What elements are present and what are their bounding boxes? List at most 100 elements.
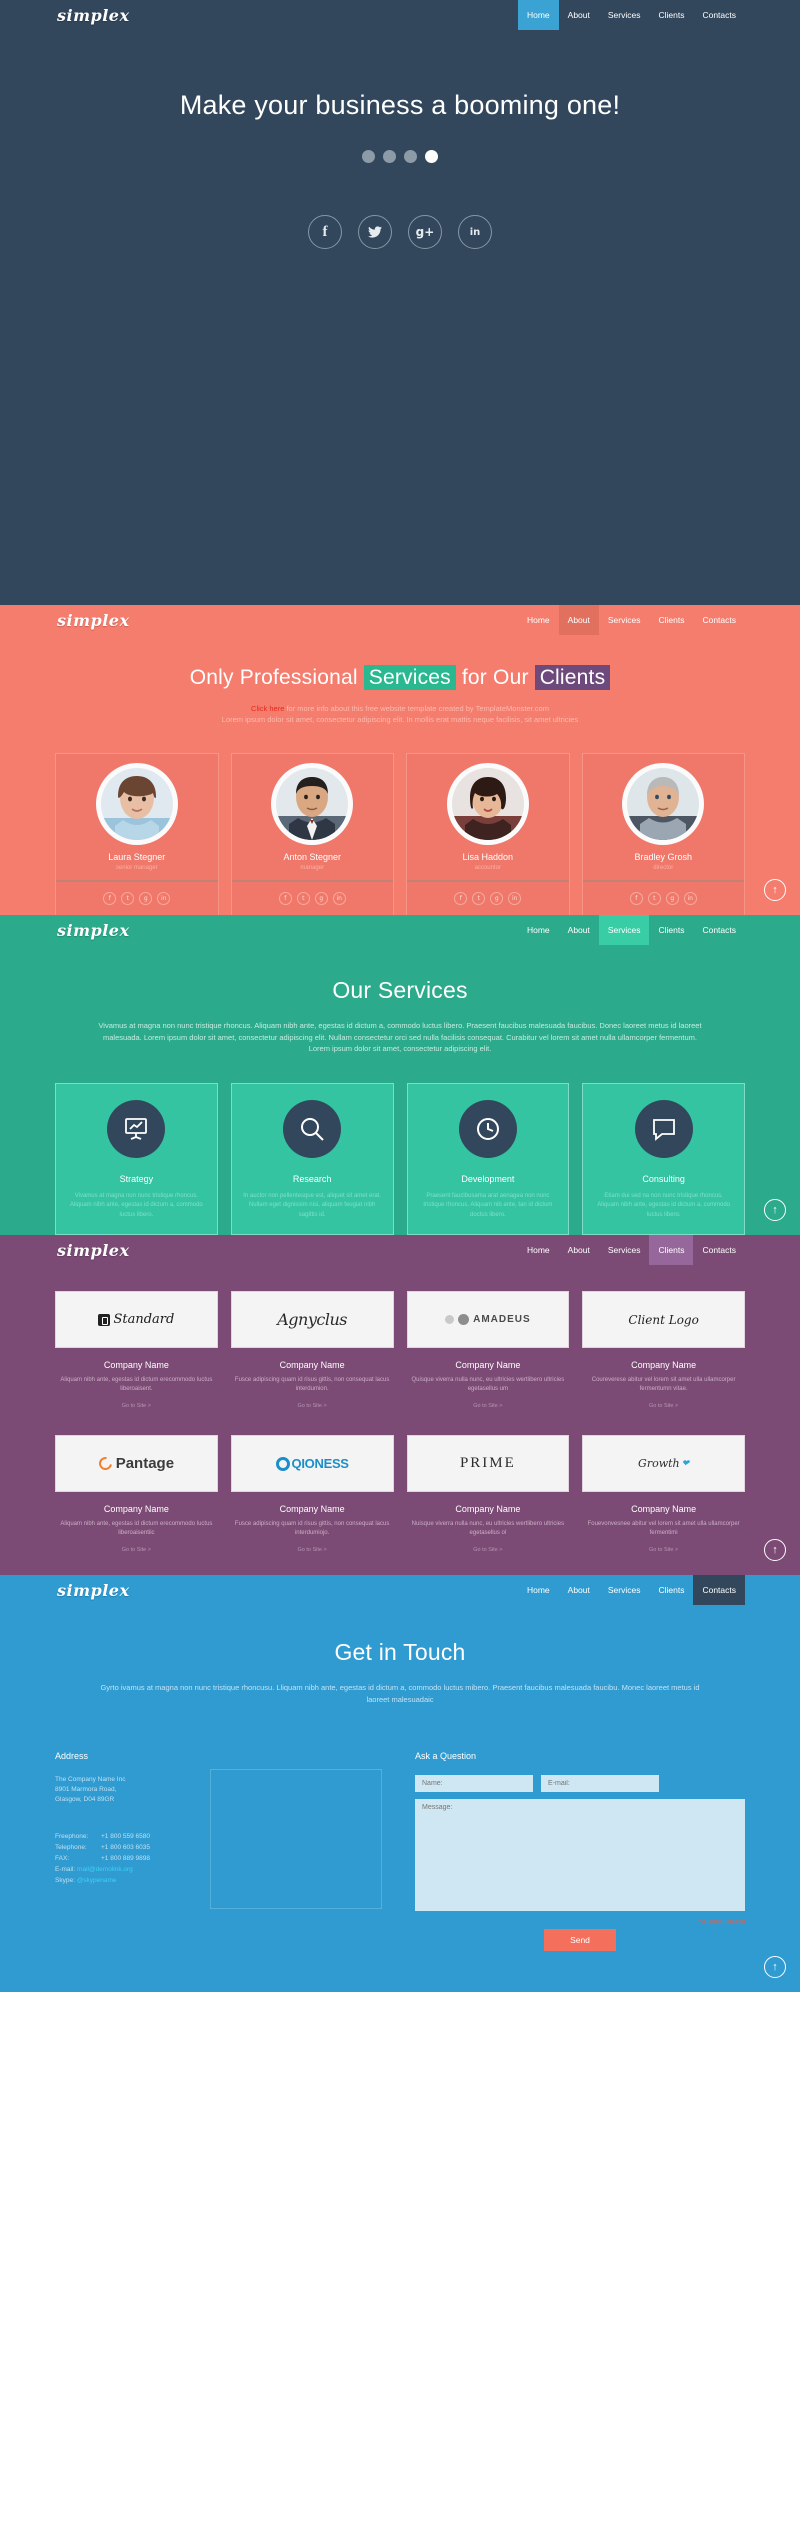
address-heading: Address — [55, 1751, 89, 1761]
service-text: Etiam dui sed na non nunc tristique rhon… — [597, 1192, 730, 1218]
nav-item-services[interactable]: Services — [599, 1575, 650, 1605]
team-card[interactable]: Lisa Haddon accountor f t g in — [406, 753, 570, 916]
facebook-icon[interactable]: f — [278, 892, 292, 905]
twitter-icon[interactable] — [358, 215, 392, 249]
facebook-icon[interactable]: f — [629, 892, 643, 905]
client-item[interactable]: AMADEUS Company Name Quisque viverra nul… — [406, 1291, 570, 1409]
go-to-site-link[interactable]: Go to Site > — [231, 1403, 394, 1409]
slider-dot-1[interactable] — [362, 150, 375, 163]
nav-item-contacts[interactable]: Contacts — [693, 0, 745, 30]
service-card[interactable]: Development Praesent faucibusama arat ae… — [406, 1082, 570, 1235]
nav-item-about[interactable]: About — [559, 1235, 599, 1265]
client-item[interactable]: Client Logo Company Name Coureverese abi… — [582, 1291, 745, 1409]
facebook-icon[interactable]: f — [308, 215, 342, 249]
client-item[interactable]: Agnyclus Company Name Fusce adipiscing q… — [230, 1291, 394, 1409]
nav-item-about[interactable]: About — [559, 1575, 599, 1605]
email-link[interactable]: mail@demolink.org — [77, 1864, 133, 1875]
google-plus-icon[interactable]: g — [490, 892, 504, 905]
linkedin-icon[interactable]: in — [683, 892, 697, 905]
scroll-to-top-button[interactable]: ↑ — [764, 879, 786, 901]
nav-item-home[interactable]: Home — [518, 1575, 559, 1605]
nav-item-about[interactable]: About — [559, 915, 599, 945]
amadeus-logo-text: AMADEUS — [473, 1314, 531, 1325]
client-item[interactable]: Standard Company Name Aliquam nibh ante,… — [55, 1291, 218, 1409]
scroll-to-top-button[interactable]: ↑ — [764, 1956, 786, 1978]
google-plus-icon[interactable]: g — [665, 892, 679, 905]
google-plus-icon[interactable]: g — [139, 892, 153, 905]
service-text: In auctor non pellentesque est, aliquet … — [243, 1192, 381, 1218]
team-card[interactable]: Bradley Grosh director f t g in — [581, 753, 745, 916]
facebook-icon[interactable]: f — [454, 892, 468, 905]
scroll-to-top-button[interactable]: ↑ — [764, 1199, 786, 1221]
nav-item-contacts[interactable]: Contacts — [693, 1575, 745, 1605]
nav-item-about[interactable]: About — [558, 605, 599, 635]
go-to-site-link[interactable]: Go to Site > — [582, 1547, 745, 1553]
client-item[interactable]: PRIME Company Name Nuisque viverra nulla… — [406, 1435, 570, 1553]
go-to-site-link[interactable]: Go to Site > — [55, 1547, 218, 1553]
nav-item-contacts[interactable]: Contacts — [693, 605, 745, 635]
nav-item-services[interactable]: Services — [599, 605, 650, 635]
map-placeholder[interactable] — [210, 1769, 382, 1909]
slider-dot-4[interactable] — [425, 150, 438, 163]
nav-item-clients[interactable]: Clients — [649, 0, 693, 30]
linkedin-icon[interactable]: in — [332, 892, 346, 905]
nav-item-home[interactable]: Home — [517, 0, 559, 30]
client-item[interactable]: Pantage Company Name Aliquam nibh ante, … — [55, 1435, 218, 1553]
nav-item-home[interactable]: Home — [518, 605, 559, 635]
client-item[interactable]: QIONESS Company Name Fusce adipiscing qu… — [230, 1435, 394, 1553]
nav-item-clients[interactable]: Clients — [649, 605, 693, 635]
twitter-icon[interactable]: t — [472, 892, 486, 905]
client-item[interactable]: Growth ❤ Company Name Fouevonvesnee abitu… — [582, 1435, 745, 1553]
service-text: Praesent faucibusama arat aenagea non nu… — [423, 1192, 553, 1218]
nav-item-clients[interactable]: Clients — [649, 1235, 694, 1265]
twitter-icon[interactable]: t — [296, 892, 310, 905]
site-logo-about[interactable]: simplex — [55, 611, 130, 630]
main-nav-clients: Home About Services Clients Contacts — [518, 1235, 745, 1265]
service-card[interactable]: Strategy Vivamus at magna non nunc trist… — [55, 1082, 218, 1235]
nav-item-home[interactable]: Home — [518, 915, 559, 945]
linkedin-icon[interactable]: in — [157, 892, 171, 905]
nav-item-contacts[interactable]: Contacts — [693, 1235, 745, 1265]
team-member-role: accountor — [474, 865, 501, 871]
site-logo-clients[interactable]: simplex — [55, 1241, 130, 1260]
click-here-link[interactable]: Click here — [251, 704, 284, 713]
linkedin-icon[interactable]: in — [508, 892, 522, 905]
nav-item-about[interactable]: About — [559, 0, 599, 30]
go-to-site-link[interactable]: Go to Site > — [407, 1547, 570, 1553]
twitter-icon[interactable]: t — [121, 892, 135, 905]
message-textarea[interactable] — [415, 1799, 745, 1911]
go-to-site-link[interactable]: Go to Site > — [55, 1403, 218, 1409]
facebook-icon[interactable]: f — [103, 892, 117, 905]
twitter-icon[interactable]: t — [647, 892, 661, 905]
slider-dot-2[interactable] — [383, 150, 396, 163]
email-input[interactable] — [541, 1775, 659, 1792]
team-card[interactable]: Anton Stegner manager f t g in — [230, 753, 394, 916]
services-body-text: Vivamus at magna non nunc tristique rhon… — [98, 1021, 702, 1053]
slider-dot-3[interactable] — [404, 150, 417, 163]
team-card[interactable]: Laura Stegner senior manager f t g in — [55, 753, 219, 916]
site-logo[interactable]: simplex — [55, 6, 130, 25]
go-to-site-link[interactable]: Go to Site > — [231, 1547, 394, 1553]
site-logo-contacts[interactable]: simplex — [55, 1581, 130, 1600]
nav-item-clients[interactable]: Clients — [649, 1575, 693, 1605]
nav-item-home[interactable]: Home — [518, 1235, 559, 1265]
scroll-to-top-button[interactable]: ↑ — [764, 1539, 786, 1561]
skype-link[interactable]: @skypename — [77, 1875, 117, 1886]
send-button[interactable]: Send — [544, 1929, 616, 1951]
service-card[interactable]: Consulting Etiam dui sed na non nunc tri… — [582, 1082, 745, 1235]
portrait-lisa-haddon — [451, 768, 524, 840]
nav-item-services[interactable]: Services — [599, 0, 650, 30]
nav-item-clients[interactable]: Clients — [649, 915, 693, 945]
nav-item-services[interactable]: Services — [599, 1235, 650, 1265]
google-plus-icon[interactable]: g — [314, 892, 328, 905]
go-to-site-link[interactable]: Go to Site > — [407, 1403, 570, 1409]
nav-item-services[interactable]: Services — [598, 915, 650, 945]
name-input[interactable] — [415, 1775, 533, 1792]
linkedin-icon[interactable]: in — [458, 215, 492, 249]
portrait-laura-stegner — [100, 768, 173, 840]
site-logo-services[interactable]: simplex — [55, 921, 130, 940]
service-card[interactable]: Research In auctor non pellentesque est,… — [230, 1082, 394, 1235]
google-plus-icon[interactable]: g+ — [408, 215, 442, 249]
go-to-site-link[interactable]: Go to Site > — [582, 1403, 745, 1409]
nav-item-contacts[interactable]: Contacts — [693, 915, 745, 945]
